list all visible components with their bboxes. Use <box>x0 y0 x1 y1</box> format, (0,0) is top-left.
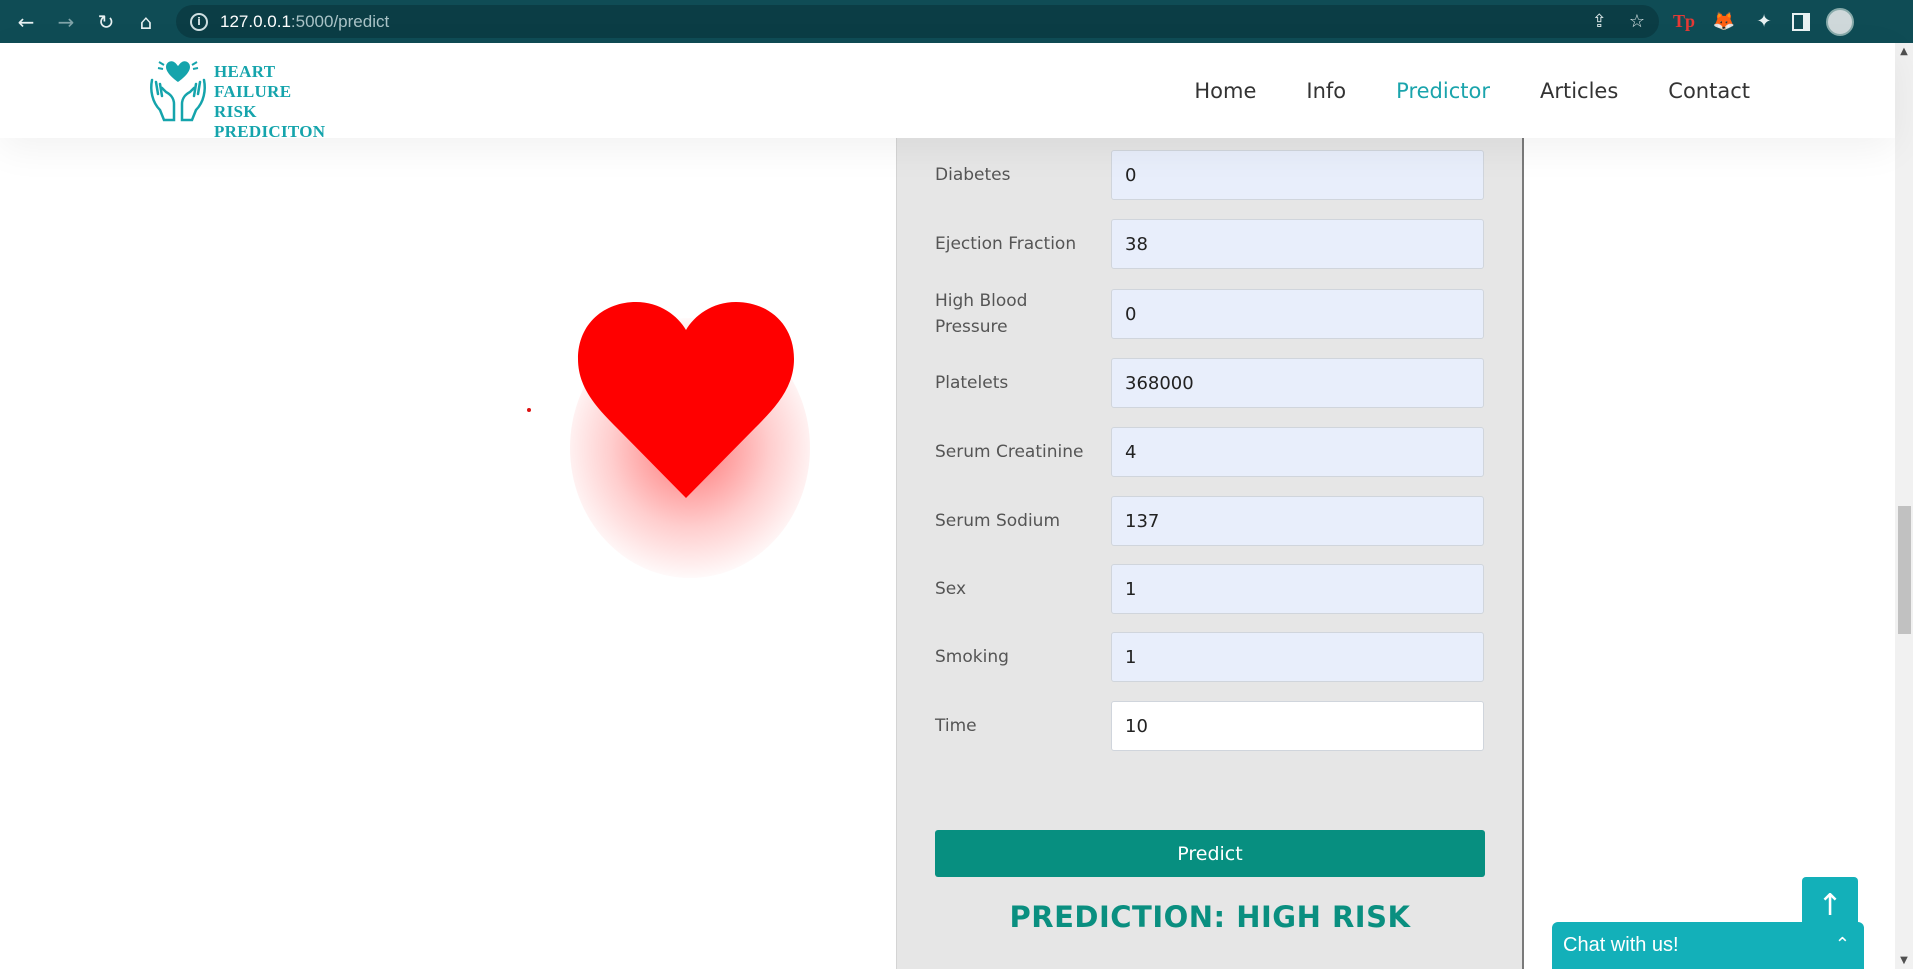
share-icon[interactable]: ⇪ <box>1592 11 1607 32</box>
field-label: Sex <box>935 579 967 599</box>
side-panel-icon[interactable] <box>1792 12 1810 31</box>
scroll-up-arrow-icon[interactable]: ▲ <box>1895 43 1913 60</box>
time-input[interactable] <box>1111 701 1484 751</box>
field-diabetes: Diabetes <box>935 150 1485 200</box>
nav-predictor[interactable]: Predictor <box>1396 79 1490 103</box>
prediction-result: PREDICTION: HIGH RISK <box>1009 900 1411 934</box>
forward-icon[interactable]: → <box>46 0 86 43</box>
ejection-fraction-input[interactable] <box>1111 219 1484 269</box>
field-label: Ejection Fraction <box>935 234 1077 254</box>
page-content: Diabetes Ejection Fraction High Blood Pr… <box>0 138 1895 969</box>
prediction-form: Diabetes Ejection Fraction High Blood Pr… <box>896 138 1524 969</box>
red-dot <box>527 408 531 412</box>
scrollbar-thumb[interactable] <box>1898 506 1911 634</box>
nav-articles[interactable]: Articles <box>1540 79 1618 103</box>
field-label: Serum Creatinine <box>935 442 1084 462</box>
field-label: Time <box>935 716 977 736</box>
high-blood-pressure-input[interactable] <box>1111 289 1484 339</box>
field-serum-sodium: Serum Sodium <box>935 496 1485 546</box>
nav-contact[interactable]: Contact <box>1668 79 1750 103</box>
url-path: :5000/predict <box>290 11 390 31</box>
heart-animation <box>420 268 960 688</box>
field-time: Time <box>935 701 1485 751</box>
diabetes-input[interactable] <box>1111 150 1484 200</box>
home-icon[interactable]: ⌂ <box>126 0 166 43</box>
logo-line-2: FAILURE RISK <box>214 82 292 121</box>
nav-home[interactable]: Home <box>1194 79 1256 103</box>
heart-icon <box>578 302 794 498</box>
logo-line-1: HEART <box>214 62 276 81</box>
field-label: Smoking <box>935 647 1009 667</box>
tp-extension-icon[interactable]: Tp <box>1672 10 1696 34</box>
field-label: Platelets <box>935 373 1009 393</box>
heart-hands-logo-icon <box>150 61 206 122</box>
predict-button[interactable]: Predict <box>935 830 1485 877</box>
field-label: Serum Sodium <box>935 511 1061 531</box>
field-high-blood-pressure: High Blood Pressure <box>935 289 1485 339</box>
field-label: High Blood Pressure <box>935 291 1028 337</box>
main-nav: Home Info Predictor Articles Contact <box>1194 43 1750 138</box>
address-bar[interactable]: i 127.0.0.1:5000/predict ⇪ ☆ <box>176 5 1659 38</box>
reload-icon[interactable]: ↻ <box>86 0 126 43</box>
smoking-input[interactable] <box>1111 632 1484 682</box>
logo-line-3: PREDICITON <box>214 122 326 141</box>
url-text[interactable]: 127.0.0.1:5000/predict <box>220 12 389 32</box>
field-sex: Sex <box>935 564 1485 614</box>
site-logo[interactable]: HEART FAILURE RISK PREDICITON <box>146 58 326 141</box>
chat-label: Chat with us! <box>1563 934 1679 956</box>
field-label: Diabetes <box>935 165 1011 185</box>
site-header: HEART FAILURE RISK PREDICITON Home Info … <box>0 43 1895 141</box>
sex-input[interactable] <box>1111 564 1484 614</box>
profile-avatar[interactable] <box>1826 7 1854 36</box>
serum-creatinine-input[interactable] <box>1111 427 1484 477</box>
back-icon[interactable]: ← <box>6 0 46 43</box>
platelets-input[interactable] <box>1111 358 1484 408</box>
url-host: 127.0.0.1 <box>220 11 291 31</box>
nav-info[interactable]: Info <box>1306 79 1346 103</box>
extensions-puzzle-icon[interactable]: ✦ <box>1752 10 1776 34</box>
arrow-up-icon: ↑ <box>1817 887 1843 923</box>
field-smoking: Smoking <box>935 632 1485 682</box>
field-serum-creatinine: Serum Creatinine <box>935 427 1485 477</box>
field-platelets: Platelets <box>935 358 1485 408</box>
chevron-up-icon[interactable]: ⌃ <box>1835 934 1850 955</box>
site-info-icon[interactable]: i <box>190 12 208 31</box>
chat-widget[interactable]: Chat with us! ⌃ <box>1552 922 1864 969</box>
page-scrollbar[interactable]: ▲ ▼ <box>1895 43 1913 969</box>
field-ejection-fraction: Ejection Fraction <box>935 219 1485 269</box>
bookmark-star-icon[interactable]: ☆ <box>1629 11 1645 32</box>
serum-sodium-input[interactable] <box>1111 496 1484 546</box>
metamask-extension-icon[interactable]: 🦊 <box>1712 10 1736 34</box>
browser-toolbar: ← → ↻ ⌂ i 127.0.0.1:5000/predict ⇪ ☆ Tp … <box>0 0 1913 43</box>
scroll-down-arrow-icon[interactable]: ▼ <box>1895 952 1913 969</box>
